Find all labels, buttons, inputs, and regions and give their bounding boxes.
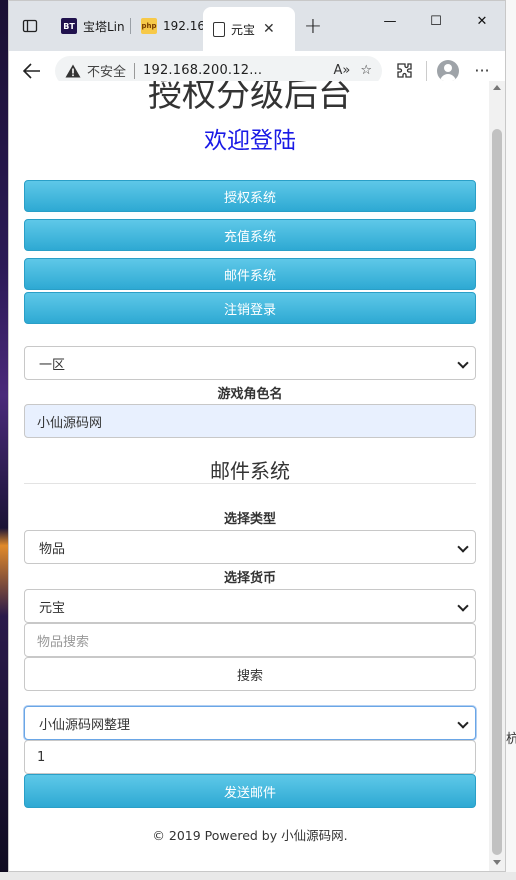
scroll-up-icon[interactable] <box>493 85 501 90</box>
item-search-input[interactable]: 物品搜索 <box>24 623 476 657</box>
chevron-down-icon <box>457 600 469 612</box>
tab-actions-button[interactable] <box>9 1 51 51</box>
server-select[interactable]: 一区 <box>24 346 476 380</box>
item-select[interactable]: 小仙源码网整理 <box>24 706 476 740</box>
window-controls: — ☐ ✕ <box>367 1 505 41</box>
page-title: 授权分级后台 <box>148 81 352 115</box>
currency-label: 选择货币 <box>223 571 276 586</box>
item-search-placeholder: 物品搜索 <box>37 634 90 650</box>
browser-window: BT 宝塔Lin php 192.168 元宝 ✕ + — ☐ ✕ 不安全 <box>8 0 506 872</box>
server-select-value: 一区 <box>39 357 66 373</box>
tab-label: 元宝 <box>231 22 256 37</box>
warning-icon[interactable] <box>65 64 81 78</box>
close-window-icon[interactable]: ✕ <box>459 1 505 41</box>
send-mail-button[interactable]: 发送邮件 <box>24 774 476 808</box>
welcome-heading: 欢迎登陆 <box>204 128 296 154</box>
search-button[interactable]: 搜索 <box>24 657 476 691</box>
security-label: 不安全 <box>87 65 127 80</box>
type-select-value: 物品 <box>39 541 66 557</box>
type-select[interactable]: 物品 <box>24 530 476 564</box>
role-name-label: 游戏角色名 <box>217 387 283 402</box>
tab-label: 192.168 <box>163 19 203 33</box>
item-select-value: 小仙源码网整理 <box>39 717 131 733</box>
chevron-down-icon <box>457 717 469 729</box>
role-name-input[interactable]: 小仙源码网 <box>24 404 476 438</box>
url-text[interactable]: 192.168.200.12... <box>143 63 323 78</box>
auth-system-button[interactable]: 授权系统 <box>24 180 476 212</box>
tab-active[interactable]: 元宝 ✕ <box>203 7 295 51</box>
mail-system-button[interactable]: 邮件系统 <box>24 258 476 290</box>
read-aloud-icon[interactable]: A» <box>333 63 350 78</box>
page-viewport: 授权分级后台 欢迎登陆 授权系统 充值系统 邮件系统 注销登录 一区 游戏角色名… <box>9 81 505 871</box>
chevron-down-icon <box>457 541 469 553</box>
desktop-background-bottom <box>0 872 516 880</box>
vertical-scrollbar[interactable] <box>489 81 505 871</box>
tab-baota[interactable]: BT 宝塔Lin <box>51 1 131 51</box>
tab-label: 宝塔Lin <box>83 19 125 34</box>
chevron-down-icon <box>457 357 469 369</box>
new-tab-button[interactable]: + <box>295 1 331 51</box>
favorite-add-icon[interactable]: ☆ <box>360 63 372 78</box>
quantity-input[interactable]: 1 <box>24 740 476 774</box>
tab-phpmyadmin[interactable]: php 192.168 <box>131 1 203 51</box>
currency-select[interactable]: 元宝 <box>24 589 476 623</box>
quantity-value: 1 <box>37 749 46 765</box>
back-arrow-icon <box>23 62 40 79</box>
php-icon: php <box>141 18 157 34</box>
footer-text: © 2019 Powered by 小仙源码网. <box>152 828 348 843</box>
scrollbar-thumb[interactable] <box>492 129 502 855</box>
desktop-background-left <box>0 0 8 880</box>
document-icon <box>213 21 225 37</box>
minimize-icon[interactable]: — <box>367 1 413 41</box>
logout-button[interactable]: 注销登录 <box>24 292 476 324</box>
recharge-system-button[interactable]: 充值系统 <box>24 219 476 251</box>
tab-bar: BT 宝塔Lin php 192.168 元宝 ✕ + — ☐ ✕ <box>9 1 505 51</box>
tab-actions-icon <box>22 19 38 33</box>
role-name-value: 小仙源码网 <box>37 415 103 431</box>
mail-section-title: 邮件系统 <box>210 459 290 483</box>
close-tab-icon[interactable]: ✕ <box>263 21 275 37</box>
scroll-down-icon[interactable] <box>493 860 501 865</box>
baota-icon: BT <box>61 18 77 34</box>
maximize-icon[interactable]: ☐ <box>413 1 459 41</box>
desktop-background-right: 杭 <box>506 0 516 880</box>
currency-select-value: 元宝 <box>39 600 66 616</box>
section-divider <box>24 483 476 484</box>
avatar <box>437 59 459 82</box>
type-label: 选择类型 <box>223 512 276 527</box>
desktop-glyph: 杭 <box>506 732 516 747</box>
